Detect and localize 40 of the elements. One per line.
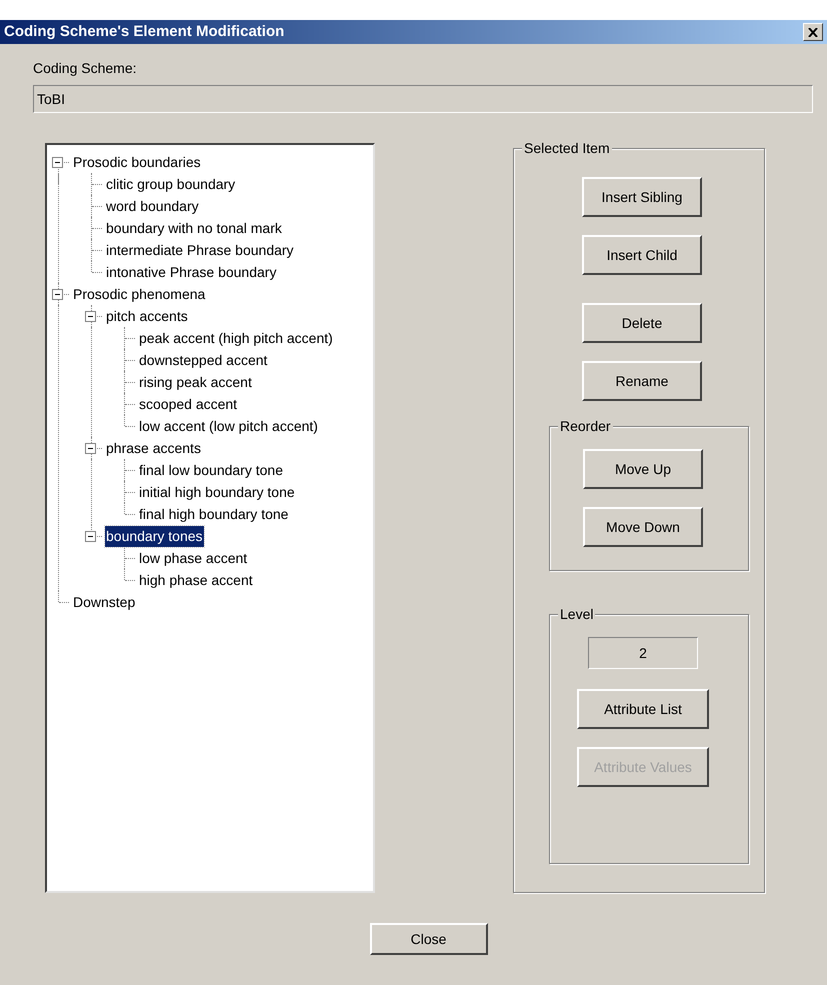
tree-item[interactable]: downstepped accent <box>138 350 268 370</box>
action-button[interactable]: Move Down <box>583 507 703 547</box>
tree-item[interactable]: boundary with no tonal mark <box>105 218 283 238</box>
tree-item[interactable]: intonative Phrase boundary <box>105 262 278 282</box>
field-label: Coding Scheme: <box>33 59 138 78</box>
tree-item[interactable]: phrase accents <box>105 438 202 458</box>
action-button[interactable]: Attribute List <box>577 689 709 729</box>
action-button[interactable]: Rename <box>582 361 702 401</box>
tree-item[interactable]: pitch accents <box>105 306 189 326</box>
tree-item[interactable]: final low boundary tone <box>138 460 284 480</box>
action-button[interactable]: Move Up <box>583 449 703 489</box>
tree-item[interactable]: high phase accent <box>138 570 254 590</box>
tree-item[interactable]: clitic group boundary <box>105 174 236 194</box>
tree-item[interactable]: Downstep <box>72 592 136 612</box>
tree-item[interactable]: scooped accent <box>138 394 238 414</box>
collapse-icon[interactable] <box>85 530 96 542</box>
tree-item[interactable]: low accent (low pitch accent) <box>138 416 319 436</box>
tree-item[interactable]: peak accent (high pitch accent) <box>138 328 334 348</box>
action-button[interactable]: Insert Sibling <box>582 177 702 217</box>
window-title: Coding Scheme's Element Modification <box>4 22 284 42</box>
level-field: 2 <box>588 637 698 669</box>
action-button[interactable]: Insert Child <box>582 235 702 275</box>
collapse-icon[interactable] <box>85 442 96 454</box>
scheme-field: ToBI <box>33 85 813 113</box>
tree-item[interactable]: low phase accent <box>138 548 248 568</box>
tree-item[interactable]: intermediate Phrase boundary <box>105 240 295 260</box>
tree-item[interactable]: Prosodic phenomena <box>72 284 206 304</box>
collapse-icon[interactable] <box>85 310 96 322</box>
action-button[interactable]: Delete <box>582 303 702 343</box>
tree-item[interactable]: word boundary <box>105 196 200 216</box>
close-icon <box>808 28 818 36</box>
close-button[interactable] <box>803 23 823 41</box>
collapse-icon[interactable] <box>52 156 63 168</box>
tree-item[interactable]: initial high boundary tone <box>138 482 296 502</box>
action-button[interactable]: Close <box>370 923 488 955</box>
tree-item[interactable]: boundary tones <box>105 526 204 546</box>
tree-item[interactable]: rising peak accent <box>138 372 253 392</box>
tree-item[interactable]: Prosodic boundaries <box>72 152 202 172</box>
collapse-icon[interactable] <box>52 288 63 300</box>
tree-item[interactable]: final high boundary tone <box>138 504 290 524</box>
